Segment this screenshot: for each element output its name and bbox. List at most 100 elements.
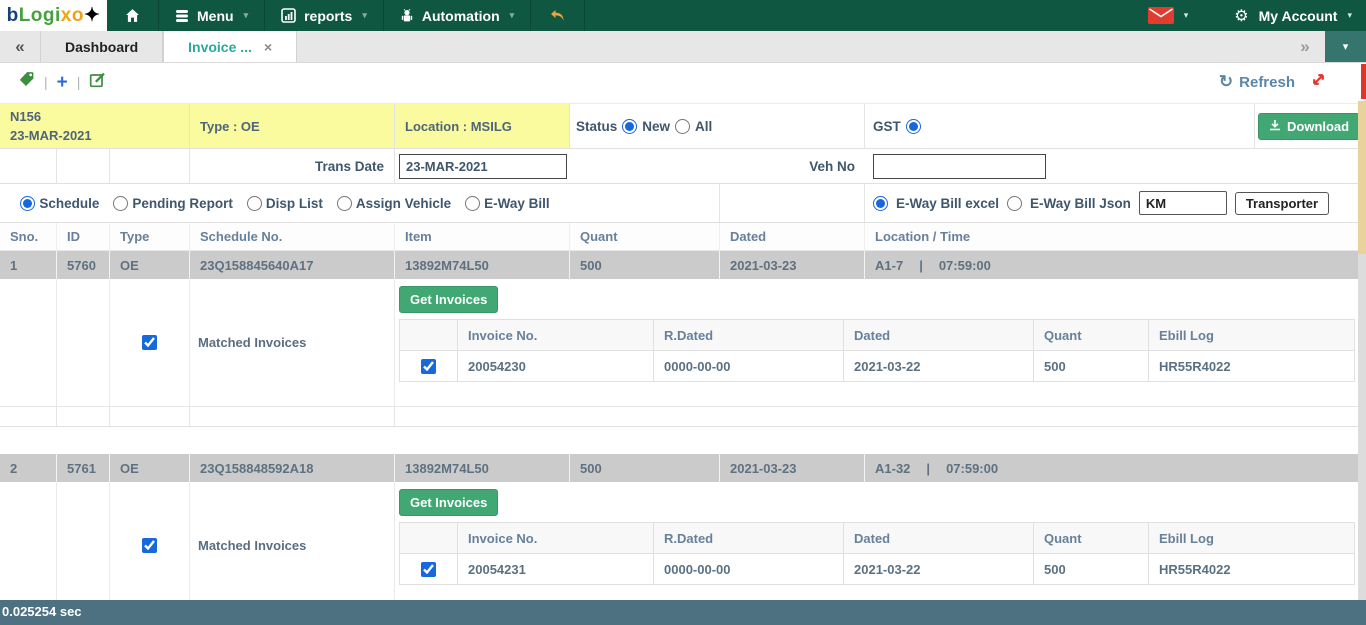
nav-reports[interactable]: reports ▾	[265, 0, 384, 31]
scrollbar-thumb[interactable]	[1358, 101, 1366, 254]
mode-disp-list-radio[interactable]	[247, 196, 262, 211]
invoice-check-header	[400, 523, 458, 554]
gear-icon[interactable]: ⚙	[1234, 6, 1248, 26]
main-content: N15623-MAR-2021 Type : OE Location : MSI…	[0, 101, 1366, 600]
invoice-quant: 500	[1034, 351, 1149, 382]
navbar-right: ▾ ⚙ My Account ▾	[1148, 0, 1366, 31]
mode-assign-vehicle-radio[interactable]	[337, 196, 352, 211]
nav-home[interactable]	[107, 0, 159, 31]
invoice-row: 20054231 0000-00-00 2021-03-22 500 HR55R…	[400, 554, 1355, 585]
tab-invoice-label: Invoice ...	[188, 39, 252, 55]
get-invoices-button[interactable]: Get Invoices	[399, 286, 498, 313]
veh-no-label: Veh No	[809, 159, 855, 174]
expand-icon[interactable]	[1311, 72, 1326, 92]
nav-automation[interactable]: Automation ▾	[384, 0, 531, 31]
empty-cell	[570, 184, 720, 223]
tab-bar-right: » ▾	[1285, 31, 1366, 62]
pipe-separator: |	[919, 258, 923, 273]
edit-icon[interactable]	[89, 71, 106, 93]
tab-invoice[interactable]: Invoice ... ×	[163, 31, 297, 62]
col-header-dated: Dated	[720, 223, 865, 251]
gst-label: GST	[873, 119, 901, 134]
status-all-radio[interactable]	[675, 119, 690, 134]
invoice-ebill: HR55R4022	[1149, 554, 1355, 585]
col-header-schedule-no: Schedule No.	[190, 223, 395, 251]
invoice-col-quant: Quant	[1034, 523, 1149, 554]
row1-type: OE	[110, 251, 190, 279]
status-bar: 0.025254 sec	[0, 600, 1366, 625]
get-invoices-button[interactable]: Get Invoices	[399, 489, 498, 516]
vertical-scrollbar[interactable]	[1358, 101, 1366, 600]
tag-icon[interactable]	[18, 71, 35, 93]
status-cell: Status New All	[570, 104, 865, 149]
add-icon[interactable]: +	[57, 73, 68, 92]
col-header-location-time: Location / Time	[865, 223, 1360, 251]
eway-json-radio[interactable]	[1007, 196, 1022, 211]
row2-dated: 2021-03-23	[720, 454, 865, 482]
refresh-icon: ↻	[1219, 72, 1233, 92]
trans-date-input[interactable]	[399, 154, 567, 179]
gst-radio[interactable]	[906, 119, 921, 134]
transporter-button[interactable]: Transporter	[1235, 192, 1329, 215]
row1-matched-checkbox[interactable]	[142, 335, 157, 350]
mode-assign-vehicle-label: Assign Vehicle	[356, 196, 451, 211]
status-all-label: All	[695, 119, 712, 134]
chevron-down-icon[interactable]: ▾	[1184, 10, 1189, 21]
row2-matched-label: Matched Invoices	[190, 482, 395, 600]
invoice-check-header	[400, 320, 458, 351]
mode-schedule-radio[interactable]	[20, 196, 35, 211]
tab-dashboard[interactable]: Dashboard	[40, 31, 163, 62]
km-input[interactable]	[1139, 191, 1227, 215]
mode-disp-list-label: Disp List	[266, 196, 323, 211]
tab-list-dropdown-button[interactable]: ▾	[1325, 31, 1366, 62]
eway-options-cell: E-Way Bill excel E-Way Bill Json Transpo…	[865, 184, 1360, 223]
row2-invoice-table: Invoice No. R.Dated Dated Quant Ebill Lo…	[399, 522, 1355, 585]
invoice-col-quant: Quant	[1034, 320, 1149, 351]
row2-quant: 500	[570, 454, 720, 482]
invoice-rdated: 0000-00-00	[654, 554, 844, 585]
row1-invoice-table: Invoice No. R.Dated Dated Quant Ebill Lo…	[399, 319, 1355, 382]
download-button[interactable]: Download	[1258, 113, 1360, 140]
empty-cell	[0, 149, 57, 184]
invoice-col-no: Invoice No.	[458, 523, 654, 554]
refresh-button[interactable]: ↻ Refresh	[1219, 72, 1295, 92]
eway-excel-radio[interactable]	[873, 196, 888, 211]
row1-matched-label: Matched Invoices	[190, 279, 395, 407]
eway-json-label: E-Way Bill Json	[1030, 196, 1131, 211]
row1-schedule-no: 23Q158845640A17	[190, 251, 395, 279]
schedule-grid: N15623-MAR-2021 Type : OE Location : MSI…	[0, 103, 1358, 600]
close-icon[interactable]: ×	[264, 39, 272, 55]
invoice-col-rdated: R.Dated	[654, 523, 844, 554]
status-new-radio[interactable]	[622, 119, 637, 134]
trans-date-cell	[395, 149, 570, 184]
invoice-checkbox[interactable]	[421, 359, 436, 374]
my-account-label[interactable]: My Account	[1259, 8, 1338, 24]
robot-icon	[400, 9, 414, 23]
mode-radio-group: Schedule Pending Report Disp List Assign…	[0, 184, 570, 223]
nav-undo[interactable]	[531, 0, 585, 31]
logo[interactable]: bLogixo ✦	[0, 0, 107, 31]
refresh-label: Refresh	[1239, 74, 1295, 91]
bar-chart-icon	[281, 8, 296, 23]
menu-stack-icon	[175, 9, 189, 23]
chevron-down-icon[interactable]: ▾	[1347, 10, 1352, 21]
collapse-left-icon[interactable]: «	[0, 31, 40, 62]
mode-pending-report-radio[interactable]	[113, 196, 128, 211]
collapse-right-icon[interactable]: »	[1285, 31, 1325, 62]
row2-id: 5761	[57, 454, 110, 482]
row2-matched-checkbox[interactable]	[142, 538, 157, 553]
home-icon	[125, 8, 140, 23]
veh-no-cell	[865, 149, 1360, 184]
trans-date-label: Trans Date	[315, 159, 384, 174]
mail-icon[interactable]	[1148, 7, 1174, 24]
mode-schedule-label: Schedule	[39, 196, 99, 211]
empty-cell	[0, 279, 57, 407]
row2-select-cell	[110, 482, 190, 600]
invoice-rdated: 0000-00-00	[654, 351, 844, 382]
invoice-checkbox[interactable]	[421, 562, 436, 577]
veh-no-input[interactable]	[873, 154, 1046, 179]
veh-no-label-cell: Veh No	[570, 149, 865, 184]
empty-cell	[57, 279, 110, 407]
mode-eway-bill-radio[interactable]	[465, 196, 480, 211]
nav-menu[interactable]: Menu ▾	[159, 0, 265, 31]
